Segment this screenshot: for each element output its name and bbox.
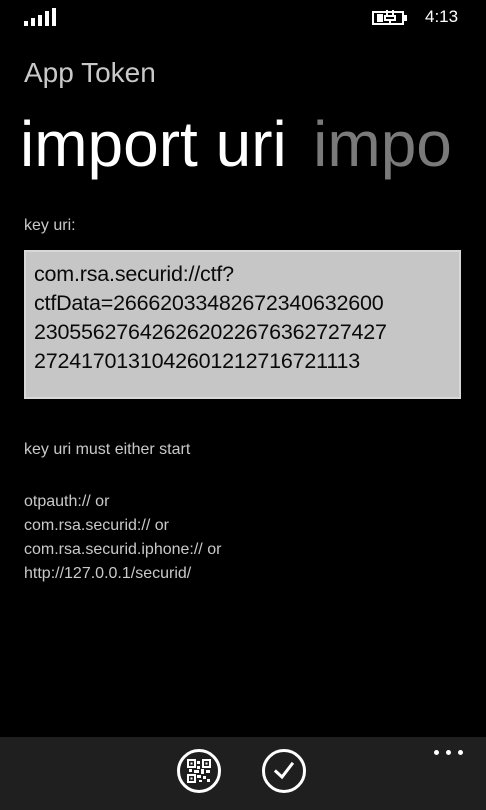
pivot-item-next[interactable]: impo: [313, 104, 452, 184]
check-icon: [273, 761, 295, 780]
key-uri-label: key uri:: [24, 217, 76, 234]
uri-prefix-item: http://127.0.0.1/securid/: [24, 565, 192, 582]
dot: [446, 750, 451, 755]
uri-prefix-item: com.rsa.securid:// or: [24, 517, 169, 534]
key-uri-line: 2305562764262620226763627274​27: [34, 320, 387, 344]
pivot-item-import-uri[interactable]: import uri: [20, 104, 287, 184]
pivot-header: import uri impo: [20, 104, 486, 184]
key-uri-line: 272417013104260121271672111​3: [34, 349, 361, 373]
scan-qr-button[interactable]: [177, 749, 221, 793]
key-uri-input[interactable]: com.rsa.securid://ctf? ctfData=266620334…: [24, 250, 461, 399]
signal-bars-icon: [24, 8, 56, 26]
status-bar: 4:13: [0, 0, 486, 34]
app-title: App Token: [24, 57, 156, 88]
battery-charging-icon: [372, 10, 407, 25]
uri-prefix-list: otpauth:// or com.rsa.securid:// or com.…: [24, 490, 221, 586]
uri-prefix-item: otpauth:// or: [24, 493, 110, 510]
key-uri-hint: key uri must either start: [24, 441, 191, 458]
key-uri-line: com.rsa.securid://ctf?: [34, 262, 234, 286]
accept-button[interactable]: [262, 749, 306, 793]
more-dots-icon[interactable]: [432, 745, 466, 759]
uri-prefix-item: com.rsa.securid.iphone:// or: [24, 541, 222, 558]
key-uri-line: ctfData=2666203348267234063260​0: [34, 291, 384, 315]
clock: 4:13: [425, 7, 459, 26]
dot: [458, 750, 463, 755]
qr-code-icon: [187, 759, 211, 783]
app-bar: [0, 737, 486, 810]
dot: [434, 750, 439, 755]
